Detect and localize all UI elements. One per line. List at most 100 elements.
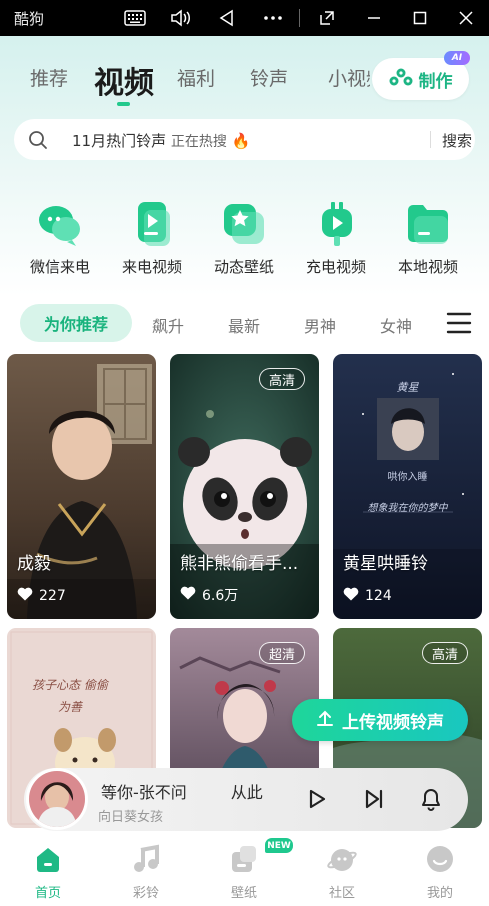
quality-tag: 超清 (258, 642, 305, 664)
tab-recommend[interactable]: 推荐 (30, 64, 68, 91)
search-hot-text: 正在热搜 (170, 134, 227, 150)
popout-icon[interactable] (313, 6, 341, 30)
quick-entry-local-video[interactable]: 本地视频 (388, 200, 468, 277)
poster-name: 黄星 (396, 381, 419, 394)
more-icon[interactable] (259, 6, 287, 30)
wallpaper-icon (229, 844, 259, 874)
nav-profile[interactable]: 我的 (410, 844, 470, 901)
poster-line-2: 想象我在你的梦中 (367, 503, 448, 514)
maximize-icon[interactable] (406, 6, 434, 30)
home-icon (33, 844, 63, 874)
card-title: 成毅 (17, 554, 51, 574)
bell-icon[interactable] (417, 785, 445, 813)
volume-icon[interactable] (167, 6, 195, 30)
nav-ringback[interactable]: 彩铃 (116, 844, 176, 901)
card-thumbnail (170, 354, 319, 619)
make-button-label: 制作 (418, 71, 453, 92)
keyboard-icon[interactable] (121, 6, 149, 30)
tab-ringtone[interactable]: 铃声 (250, 64, 288, 91)
nav-label: 社区 (328, 886, 355, 901)
poster-text: 孩子心态 偷偷为善 (32, 678, 108, 714)
player-song-more: 从此 (230, 783, 263, 802)
smiley-icon (425, 844, 455, 874)
search-icon (28, 130, 48, 154)
quick-entry-label: 来电视频 (121, 258, 182, 276)
upload-video-ringtone-button[interactable]: 上传视频铃声 (292, 699, 468, 741)
make-icon (389, 67, 413, 91)
nav-home[interactable]: 首页 (18, 844, 78, 901)
card-like-count: 6.6万 (202, 588, 239, 604)
video-card[interactable]: 高清 熊非熊偷看手... 6.6万 (170, 354, 319, 619)
quick-entry-wechat-call[interactable]: 微信来电 (20, 200, 100, 277)
quick-entry-live-wallpaper[interactable]: 动态壁纸 (204, 200, 284, 277)
tab-welfare[interactable]: 福利 (177, 64, 215, 91)
call-video-icon (128, 200, 176, 248)
category-newest[interactable]: 最新 (228, 313, 260, 337)
app-name: 酷狗 (14, 10, 45, 28)
video-card[interactable]: 黄星 哄你入睡 想象我在你的梦中 黄星哄睡铃 124 (333, 354, 482, 619)
search-hint: 11月热门铃声 正在热搜 🔥 (72, 130, 250, 151)
search-button[interactable]: 搜索 (442, 130, 472, 151)
minimize-icon[interactable] (360, 6, 388, 30)
search-query: 11月热门铃声 (72, 132, 167, 150)
quick-entry-label: 本地视频 (397, 258, 458, 276)
upload-button-label: 上传视频铃声 (342, 712, 444, 733)
music-note-icon (131, 844, 161, 874)
wechat-call-icon (36, 200, 84, 248)
card-likes: 6.6万 (180, 585, 238, 605)
poster-line-1: 哄你入睡 (387, 472, 428, 483)
planet-icon (327, 844, 357, 874)
card-likes: 227 (17, 587, 66, 605)
top-tab-bar: 推荐 视频 福利 铃声 小视频 (0, 50, 370, 110)
next-track-icon[interactable] (360, 785, 388, 813)
upload-icon (316, 709, 334, 732)
player-avatar[interactable] (26, 768, 88, 830)
category-male-idol[interactable]: 男神 (304, 313, 336, 337)
ai-badge: AI (444, 51, 470, 65)
nav-community[interactable]: 社区 (312, 844, 372, 901)
quick-entry-label: 微信来电 (29, 258, 90, 276)
new-badge: NEW (265, 838, 293, 853)
tab-short-video[interactable]: 小视频 (328, 64, 370, 91)
menu-icon[interactable] (446, 312, 472, 334)
fire-icon: 🔥 (231, 132, 251, 150)
search-divider (430, 131, 431, 148)
player-artist: 向日葵女孩 (98, 810, 164, 825)
card-title: 熊非熊偷看手... (180, 554, 299, 574)
player-song-title: 等你-张不问 从此 (101, 779, 301, 803)
quick-entry-label: 充电视频 (305, 258, 366, 276)
live-wallpaper-icon (220, 200, 268, 248)
nav-label: 我的 (426, 886, 453, 901)
quick-entry-charging-video[interactable]: 充电视频 (296, 200, 376, 277)
category-female-idol[interactable]: 女神 (380, 313, 412, 337)
close-icon[interactable] (452, 6, 480, 30)
quick-entry-call-video[interactable]: 来电视频 (112, 200, 192, 277)
player-song-name: 等你-张不问 (101, 783, 187, 802)
category-bar: 为你推荐 飙升 最新 男神 女神 (0, 304, 489, 344)
card-likes: 124 (343, 587, 392, 605)
card-title: 黄星哄睡铃 (343, 554, 428, 574)
card-thumbnail (7, 354, 156, 619)
charging-video-icon (312, 200, 360, 248)
category-for-you[interactable]: 为你推荐 (20, 304, 132, 342)
tab-video[interactable]: 视频 (94, 58, 154, 102)
quick-entry-label: 动态壁纸 (213, 258, 274, 276)
mini-player[interactable]: 等你-张不问 从此 向日葵女孩 (24, 768, 468, 831)
back-icon[interactable] (213, 6, 241, 30)
card-like-count: 227 (39, 588, 66, 604)
quality-tag: 高清 (258, 368, 305, 390)
heart-icon (17, 587, 33, 605)
bottom-navigation: 首页 彩铃 壁纸 社区 我的 (0, 836, 489, 906)
heart-icon (343, 587, 359, 605)
heart-icon (180, 586, 196, 604)
active-tab-indicator (117, 102, 130, 106)
nav-label: 首页 (34, 886, 61, 901)
titlebar-divider (299, 9, 300, 27)
window-titlebar: 酷狗 (0, 0, 489, 36)
category-rising[interactable]: 飙升 (152, 313, 184, 337)
play-icon[interactable] (303, 785, 331, 813)
video-card[interactable]: 成毅 227 (7, 354, 156, 619)
search-bar[interactable]: 11月热门铃声 正在热搜 🔥 搜索 (14, 119, 475, 160)
local-video-icon (404, 200, 452, 248)
quality-tag: 高清 (421, 642, 468, 664)
